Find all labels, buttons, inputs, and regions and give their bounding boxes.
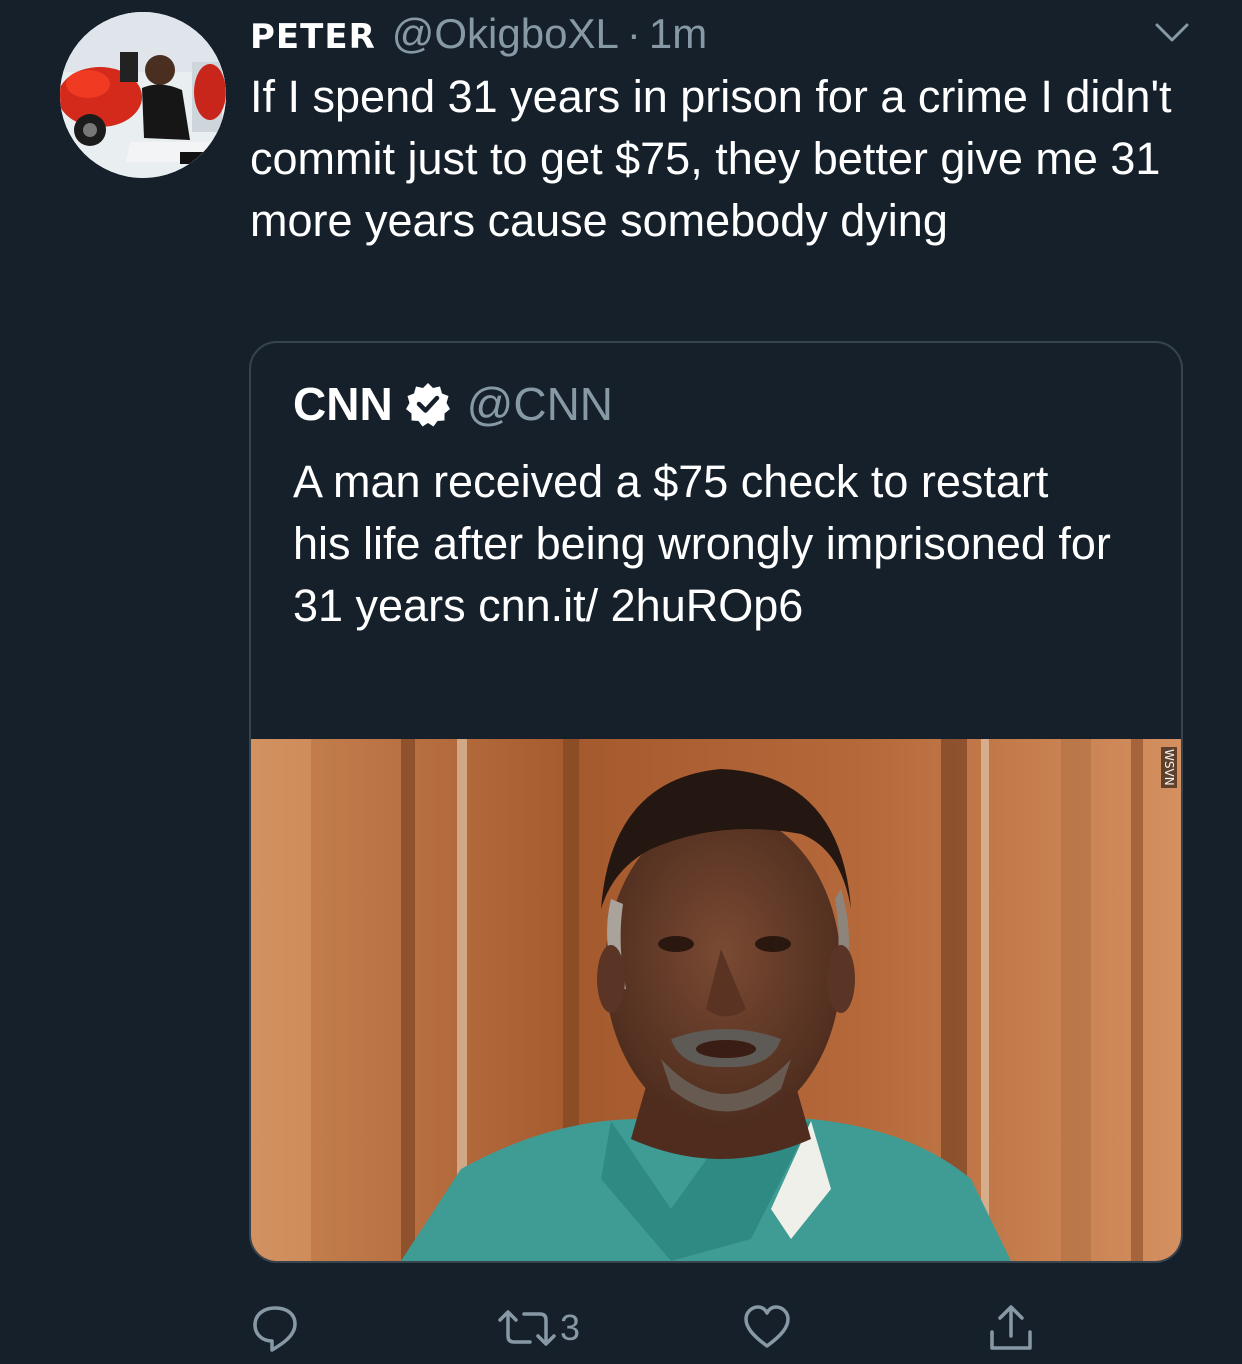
retweet-icon bbox=[498, 1310, 556, 1346]
retweet-count: 3 bbox=[560, 1307, 581, 1348]
chevron-down-icon bbox=[1155, 23, 1189, 42]
share-icon bbox=[990, 1305, 1032, 1350]
like-button[interactable] bbox=[742, 1300, 792, 1356]
quoted-tweet-image[interactable]: WSVN bbox=[251, 739, 1181, 1261]
timestamp[interactable]: 1m bbox=[649, 10, 707, 58]
display-name[interactable]: PETER bbox=[250, 17, 376, 57]
quoted-tweet-card[interactable]: CNN @CNN A man received a $75 check to r… bbox=[249, 341, 1183, 1263]
quoted-tweet-header: CNN @CNN bbox=[293, 377, 613, 431]
reply-icon bbox=[253, 1306, 297, 1352]
reply-button[interactable] bbox=[250, 1300, 300, 1356]
share-button[interactable] bbox=[986, 1300, 1036, 1356]
retweet-button[interactable]: 3 bbox=[496, 1300, 580, 1356]
verified-badge-icon bbox=[405, 383, 450, 427]
media-watermark: WSVN bbox=[1161, 747, 1177, 788]
avatar[interactable] bbox=[60, 12, 226, 178]
avatar-image bbox=[60, 12, 226, 178]
heart-icon bbox=[744, 1305, 790, 1348]
tweet-text: If I spend 31 years in prison for a crim… bbox=[250, 71, 1172, 246]
tweet: PETER @OkigboXL · 1m If I spend 31 years… bbox=[0, 0, 1242, 1364]
quoted-display-name: CNN bbox=[293, 378, 393, 430]
quoted-tweet-text: A man received a $75 check to restart hi… bbox=[293, 456, 1111, 631]
user-handle[interactable]: @OkigboXL bbox=[392, 10, 619, 58]
separator: · bbox=[626, 10, 641, 57]
tweet-header: PETER @OkigboXL · 1m bbox=[250, 10, 707, 60]
more-options-button[interactable] bbox=[1154, 20, 1190, 46]
news-photo bbox=[251, 739, 1181, 1261]
tweet-actions: 3 bbox=[250, 1300, 1040, 1360]
quoted-user-handle: @CNN bbox=[466, 378, 614, 430]
